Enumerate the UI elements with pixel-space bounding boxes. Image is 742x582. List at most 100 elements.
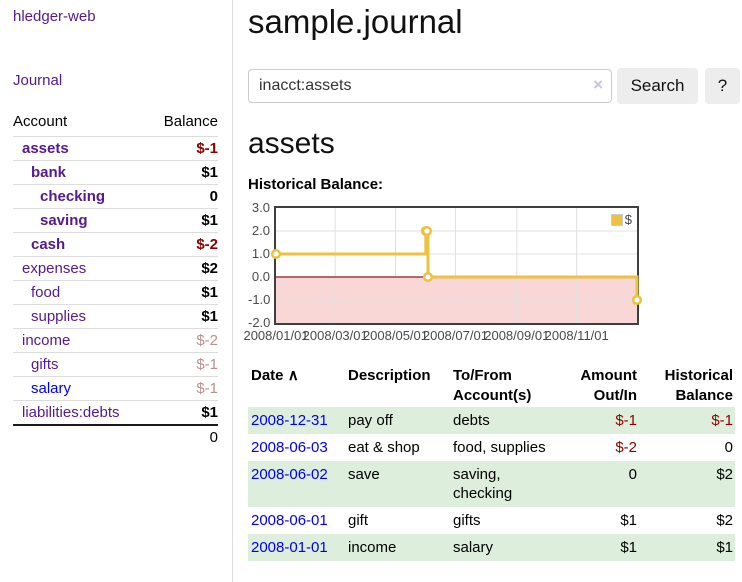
data-point	[423, 227, 431, 235]
table-row: 2008-01-01incomesalary$1$1	[248, 534, 735, 561]
x-axis-label: 2008/05/01	[363, 328, 428, 343]
legend-swatch-icon	[611, 214, 623, 226]
balance-column-header: HistoricalBalance	[639, 365, 735, 407]
account-row: bank $1	[13, 160, 218, 184]
account-row: liabilities:debts $1	[13, 400, 218, 424]
transaction-balance: $2	[639, 507, 735, 534]
transaction-accounts: salary	[450, 534, 562, 561]
transaction-balance: $1	[639, 534, 735, 561]
clear-search-icon[interactable]: ×	[593, 75, 603, 95]
table-row: 2008-06-01 giftgifts$1$2	[248, 507, 735, 534]
account-heading: assets	[248, 127, 740, 161]
transaction-date-link[interactable]: 2008-06-03	[251, 439, 328, 456]
register-table: Date ∧ Description To/FromAccount(s) Amo…	[248, 365, 735, 561]
sidebar-account-link[interactable]: salary	[13, 380, 71, 397]
sidebar-account-link[interactable]: liabilities:debts	[13, 404, 120, 421]
account-row: assets $-1	[13, 136, 218, 160]
account-balance: $-1	[196, 356, 218, 373]
date-column-header[interactable]: Date ∧	[248, 365, 345, 407]
account-column-header: Account	[13, 113, 67, 130]
transaction-accounts: debts	[450, 407, 562, 434]
transaction-balance: $-1	[639, 407, 735, 434]
transaction-description: income	[345, 534, 450, 561]
search-button[interactable]: Search	[617, 68, 698, 104]
sidebar-item-journal[interactable]: Journal	[13, 72, 62, 89]
search-input-wrap: ×	[248, 69, 612, 103]
account-balance: $-1	[196, 140, 218, 157]
transaction-amount: $1	[562, 534, 639, 561]
sidebar: hledger-web Journal Account Balance asse…	[0, 0, 233, 582]
legend-label: $	[625, 212, 632, 227]
account-balance: $1	[201, 404, 218, 421]
account-row: gifts $-1	[13, 352, 218, 376]
data-point	[272, 250, 280, 258]
transaction-amount: $-1	[562, 407, 639, 434]
transaction-date-link[interactable]: 2008-06-02	[251, 466, 328, 483]
account-balance: $-2	[196, 332, 218, 349]
chart-legend: $	[611, 212, 632, 227]
sidebar-account-link[interactable]: assets	[13, 140, 69, 157]
register-header-row: Date ∧ Description To/FromAccount(s) Amo…	[248, 365, 735, 407]
sidebar-account-link[interactable]: supplies	[13, 308, 86, 325]
sidebar-nav: Journal	[13, 72, 232, 89]
transaction-description: gift	[345, 507, 450, 534]
transaction-description: save	[345, 461, 450, 507]
search-input[interactable]	[248, 69, 612, 103]
sidebar-account-link[interactable]: saving	[13, 212, 88, 229]
transaction-amount: 0	[562, 461, 639, 507]
transaction-amount: $-2	[562, 434, 639, 461]
search-form: × Search ?	[248, 68, 740, 104]
account-row: expenses $2	[13, 256, 218, 280]
table-row: 2008-12-31pay offdebts$-1$-1	[248, 407, 735, 434]
chart-plot: $	[274, 206, 639, 325]
transaction-description: eat & shop	[345, 434, 450, 461]
x-axis-label: 2008/07/01	[423, 328, 488, 343]
account-balance: $1	[201, 212, 218, 229]
account-balance: $1	[201, 308, 218, 325]
sidebar-account-link[interactable]: food	[13, 284, 60, 301]
sidebar-account-link[interactable]: bank	[13, 164, 66, 181]
balance-column-header: Balance	[164, 113, 218, 130]
transaction-accounts: gifts	[450, 507, 562, 534]
transaction-date-link[interactable]: 2008-06-01	[251, 512, 328, 529]
sidebar-account-link[interactable]: income	[13, 332, 70, 349]
help-button[interactable]: ?	[705, 68, 740, 104]
account-balance: $2	[201, 260, 218, 277]
transaction-amount: $1	[562, 507, 639, 534]
data-point	[633, 296, 641, 304]
account-row: saving $1	[13, 208, 218, 232]
x-axis-label: 2008/11/01	[545, 328, 609, 343]
account-row: cash$-2	[13, 232, 218, 256]
account-balance: $1	[201, 164, 218, 181]
sort-ascending-icon: ∧	[288, 367, 299, 384]
y-axis-label: 0.0	[248, 269, 270, 284]
data-point	[424, 273, 432, 281]
main-content: sample.journal × Search ? assets Histori…	[233, 0, 742, 582]
transaction-balance: 0	[639, 434, 735, 461]
sidebar-account-link[interactable]: gifts	[13, 356, 59, 373]
account-total-row: 0	[13, 424, 218, 449]
amount-column-header: AmountOut/In	[562, 365, 639, 407]
account-total-value: 0	[210, 429, 218, 446]
account-row: income $-2	[13, 328, 218, 352]
transaction-date-link[interactable]: 2008-12-31	[251, 412, 328, 429]
sidebar-account-link[interactable]: expenses	[13, 260, 86, 277]
account-tree-header: Account Balance	[13, 111, 218, 136]
account-row: checking0	[13, 184, 218, 208]
x-axis-label: 2008/01/01	[243, 328, 308, 343]
accounts-column-header: To/FromAccount(s)	[450, 365, 562, 407]
transaction-description: pay off	[345, 407, 450, 434]
sidebar-account-link[interactable]: checking	[13, 188, 105, 205]
app-title-link[interactable]: hledger-web	[13, 8, 96, 25]
table-row: 2008-06-03 eat & shopfood, supplies$-20	[248, 434, 735, 461]
transaction-balance: $2	[639, 461, 735, 507]
account-balance: $1	[201, 284, 218, 301]
x-axis-label: 2008/03/01	[303, 328, 368, 343]
account-row: salary$-1	[13, 376, 218, 400]
balance-chart-svg	[276, 208, 637, 323]
transaction-date-link[interactable]: 2008-01-01	[251, 539, 328, 556]
sidebar-account-link[interactable]: cash	[13, 236, 65, 253]
table-row: 2008-06-02savesaving,checking0$2	[248, 461, 735, 507]
app-title: hledger-web	[13, 8, 232, 25]
transaction-accounts: food, supplies	[450, 434, 562, 461]
